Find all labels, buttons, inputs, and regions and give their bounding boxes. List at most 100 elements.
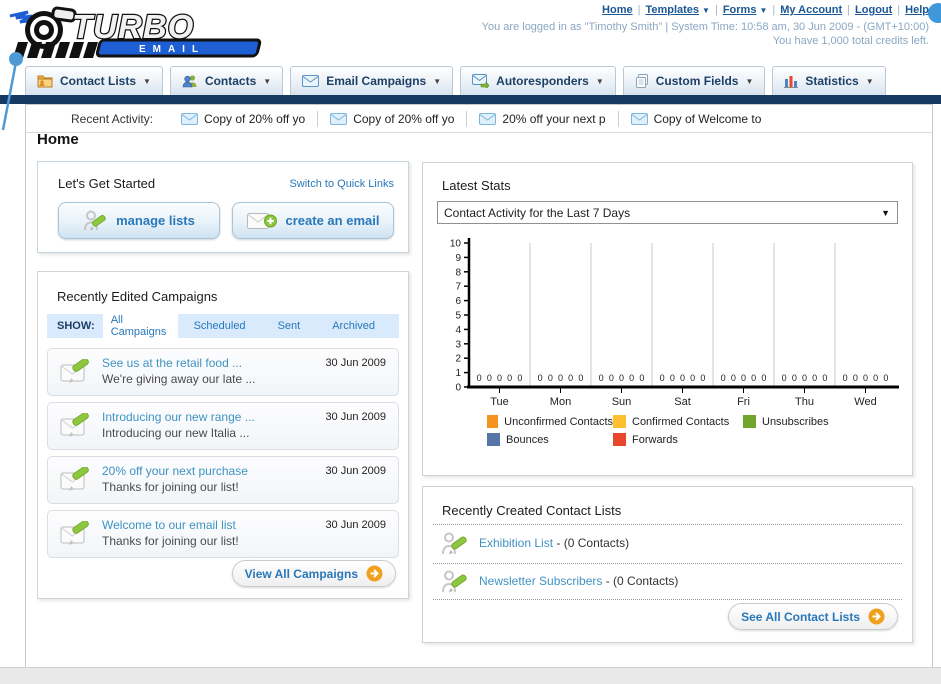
svg-text:3: 3	[455, 339, 461, 350]
header-link-help[interactable]: Help	[905, 4, 929, 16]
link-separator: |	[897, 4, 901, 16]
tab-label: Autoresponders	[496, 74, 589, 88]
create-email-button[interactable]: create an email	[232, 202, 394, 239]
legend-swatch	[613, 415, 626, 428]
recent-activity-item[interactable]: Copy of 20% off yo	[169, 111, 317, 127]
campaign-row[interactable]: See us at the retail food ... We're givi…	[47, 348, 399, 396]
see-all-contact-lists-label: See All Contact Lists	[741, 609, 860, 624]
activity-item-label: Copy of Welcome to	[653, 111, 762, 126]
envelope-arrow-icon	[472, 74, 490, 88]
chevron-down-icon: ▼	[881, 207, 890, 218]
header-link-logout[interactable]: Logout	[855, 4, 892, 16]
campaign-filter-bar: SHOW: All Campaigns Scheduled Sent Archi…	[47, 311, 399, 341]
svg-text:0: 0	[761, 373, 766, 383]
svg-text:9: 9	[455, 253, 461, 264]
tab-email-campaigns[interactable]: Email Campaigns ▼	[290, 66, 454, 95]
logo-title: TURBO	[72, 8, 194, 45]
legend-swatch	[743, 415, 756, 428]
header-link-my-account[interactable]: My Account	[780, 4, 842, 16]
person-pencil-icon	[84, 210, 106, 230]
svg-text:0: 0	[721, 373, 726, 383]
campaign-title-link[interactable]: Introducing our new range ...	[102, 410, 255, 424]
tab-contact-lists[interactable]: Contact Lists ▼	[25, 66, 163, 95]
campaign-row[interactable]: Welcome to our email list Thanks for joi…	[47, 510, 399, 558]
page-title: Home	[37, 131, 79, 148]
contact-lists-title: Recently Created Contact Lists	[442, 503, 622, 518]
header-link-home[interactable]: Home	[602, 4, 633, 16]
chevron-down-icon: ▼	[143, 76, 151, 86]
svg-text:0: 0	[660, 373, 665, 383]
get-started-title: Let's Get Started	[58, 176, 156, 191]
recent-activity-bar: Recent Activity: Copy of 20% off yo Copy…	[26, 105, 932, 133]
legend-swatch	[613, 433, 626, 446]
svg-text:6: 6	[455, 296, 461, 307]
filter-all-campaigns[interactable]: All Campaigns	[102, 311, 178, 341]
arrow-right-icon	[868, 608, 885, 625]
contact-list-link[interactable]: Exhibition List	[479, 536, 553, 550]
stats-report-select[interactable]: Contact Activity for the Last 7 Days ▼	[437, 201, 898, 224]
tab-contacts[interactable]: Contacts ▼	[169, 66, 284, 95]
campaign-title-link[interactable]: See us at the retail food ...	[102, 356, 242, 370]
svg-text:0: 0	[700, 373, 705, 383]
pages-icon	[635, 74, 648, 88]
campaign-title-link[interactable]: Welcome to our email list	[102, 518, 236, 532]
tab-autoresponders[interactable]: Autoresponders ▼	[460, 66, 616, 95]
campaign-subtitle: We're giving away our late ...	[102, 372, 256, 386]
header-link-forms[interactable]: Forms	[723, 4, 757, 16]
page-footer	[0, 667, 941, 684]
manage-lists-button[interactable]: manage lists	[58, 202, 220, 239]
see-all-contact-lists-button[interactable]: See All Contact Lists	[728, 603, 898, 630]
chart-legend: Unconfirmed Contacts Confirmed Contacts …	[487, 415, 829, 446]
person-pencil-icon	[442, 532, 467, 555]
campaign-row[interactable]: 20% off your next purchase Thanks for jo…	[47, 456, 399, 504]
recent-activity-item[interactable]: Copy of 20% off yo	[317, 110, 466, 127]
svg-text:0: 0	[843, 373, 848, 383]
svg-text:0: 0	[883, 373, 888, 383]
svg-text:0: 0	[507, 373, 512, 383]
svg-text:0: 0	[751, 373, 756, 383]
people-icon	[182, 75, 197, 88]
tab-statistics[interactable]: Statistics ▼	[772, 66, 886, 95]
stats-select-value: Contact Activity for the Last 7 Days	[444, 205, 631, 220]
svg-text:Sun: Sun	[612, 396, 632, 408]
campaigns-panel: Recently Edited Campaigns SHOW: All Camp…	[37, 271, 409, 599]
contact-list-link[interactable]: Newsletter Subscribers	[479, 574, 602, 588]
recent-activity-item[interactable]: 20% off your next p	[466, 110, 617, 127]
switch-quick-links-link[interactable]: Switch to Quick Links	[289, 178, 394, 190]
tab-custom-fields[interactable]: Custom Fields ▼	[622, 66, 766, 95]
chevron-down-icon: ▼	[595, 76, 604, 86]
filter-sent[interactable]: Sent	[270, 317, 309, 335]
svg-text:5: 5	[455, 311, 461, 322]
svg-text:0: 0	[792, 373, 797, 383]
recent-activity-item[interactable]: Copy of Welcome to	[617, 110, 774, 127]
filter-archived[interactable]: Archived	[324, 317, 383, 335]
header-link-templates[interactable]: Templates	[645, 4, 699, 16]
contact-list-row[interactable]: Newsletter Subscribers - (0 Contacts)	[437, 565, 902, 599]
show-label: SHOW:	[57, 320, 95, 332]
filter-scheduled[interactable]: Scheduled	[186, 317, 254, 335]
envelope-icon	[302, 75, 320, 87]
campaign-row[interactable]: Introducing our new range ... Introducin…	[47, 402, 399, 450]
navy-divider-bar	[0, 95, 941, 104]
view-all-campaigns-button[interactable]: View All Campaigns	[231, 560, 396, 587]
svg-text:Thu: Thu	[795, 396, 814, 408]
legend-item: Confirmed Contacts	[613, 415, 743, 428]
legend-swatch	[487, 415, 499, 428]
campaign-title-link[interactable]: 20% off your next purchase	[102, 464, 248, 478]
contact-lists-panel: Recently Created Contact Lists Exhibitio…	[422, 486, 913, 643]
tab-label: Custom Fields	[655, 74, 739, 88]
arrow-right-icon	[366, 565, 383, 582]
legend-label: Unsubscribes	[762, 415, 829, 428]
logo-subtitle: EMAIL	[139, 44, 205, 55]
chevron-down-icon: ▼	[263, 76, 272, 86]
bar-chart-icon	[784, 75, 799, 88]
main-content: Recent Activity: Copy of 20% off yo Copy…	[25, 104, 933, 668]
chevron-down-icon: ▼	[865, 76, 874, 86]
dotted-separator	[433, 563, 902, 564]
dotted-separator	[433, 599, 902, 600]
campaign-date: 30 Jun 2009	[325, 519, 386, 531]
svg-text:Tue: Tue	[490, 396, 509, 408]
svg-text:4: 4	[455, 325, 461, 336]
svg-text:0: 0	[619, 373, 624, 383]
contact-list-row[interactable]: Exhibition List - (0 Contacts)	[437, 527, 902, 561]
